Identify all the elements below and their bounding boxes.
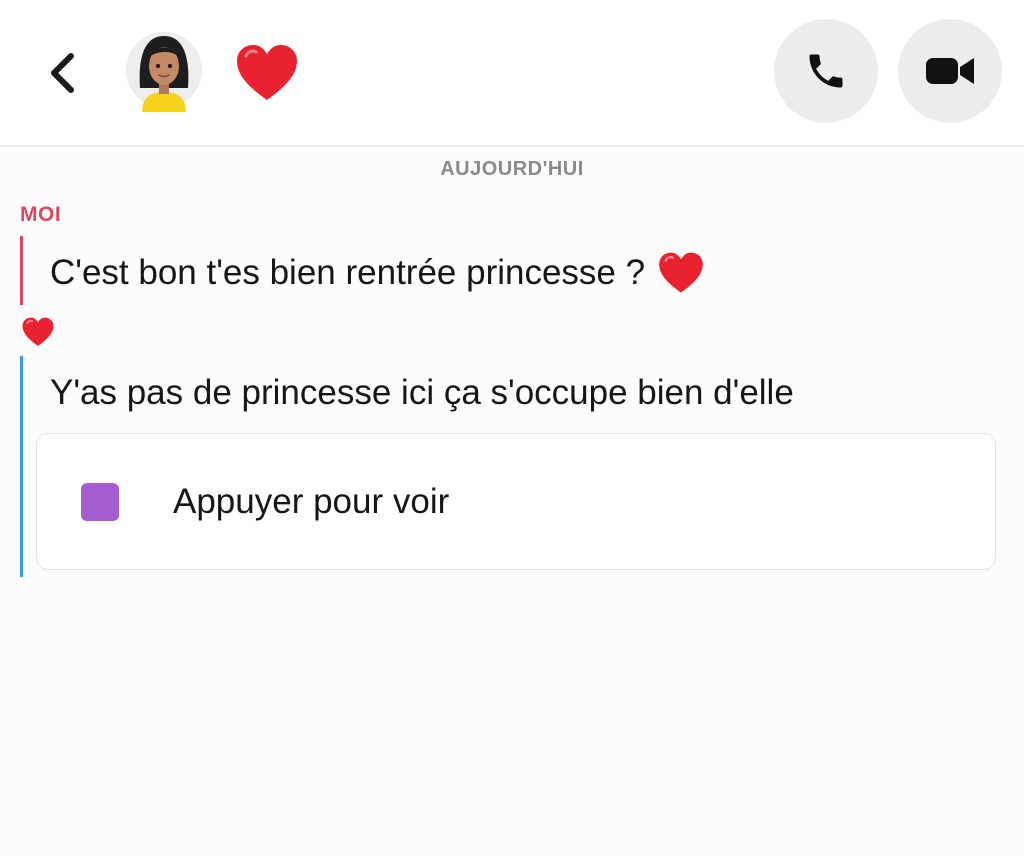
chevron-left-icon (51, 53, 74, 93)
message-me[interactable]: C'est bon t'es bien rentrée princesse ? (50, 250, 705, 296)
message-me-text: C'est bon t'es bien rentrée princesse ? (50, 253, 646, 292)
snap-square-icon (81, 483, 119, 521)
message-them[interactable]: Y'as pas de princesse ici ça s'occupe bi… (50, 370, 794, 416)
date-separator: AUJOURD'HUI (440, 158, 584, 180)
snap-tap-to-view[interactable]: Appuyer pour voir (36, 433, 996, 570)
video-camera-icon (926, 58, 974, 84)
sender-bar-them (20, 356, 23, 577)
phone-icon (809, 54, 843, 88)
message-reaction (21, 316, 55, 348)
heart-icon (22, 317, 54, 346)
heart-icon (659, 252, 703, 293)
heart-icon (237, 45, 297, 100)
sender-name-me: MOI (20, 203, 62, 226)
sender-bar-me (20, 236, 23, 305)
snap-label: Appuyer pour voir (173, 482, 450, 521)
back-button[interactable] (40, 48, 86, 98)
chat-header (0, 0, 1024, 147)
friend-emoji-heart (234, 42, 300, 104)
bitmoji-avatar-icon (126, 32, 202, 112)
video-call-button[interactable] (898, 19, 1002, 123)
call-button[interactable] (774, 19, 878, 123)
friend-avatar[interactable] (126, 28, 202, 112)
